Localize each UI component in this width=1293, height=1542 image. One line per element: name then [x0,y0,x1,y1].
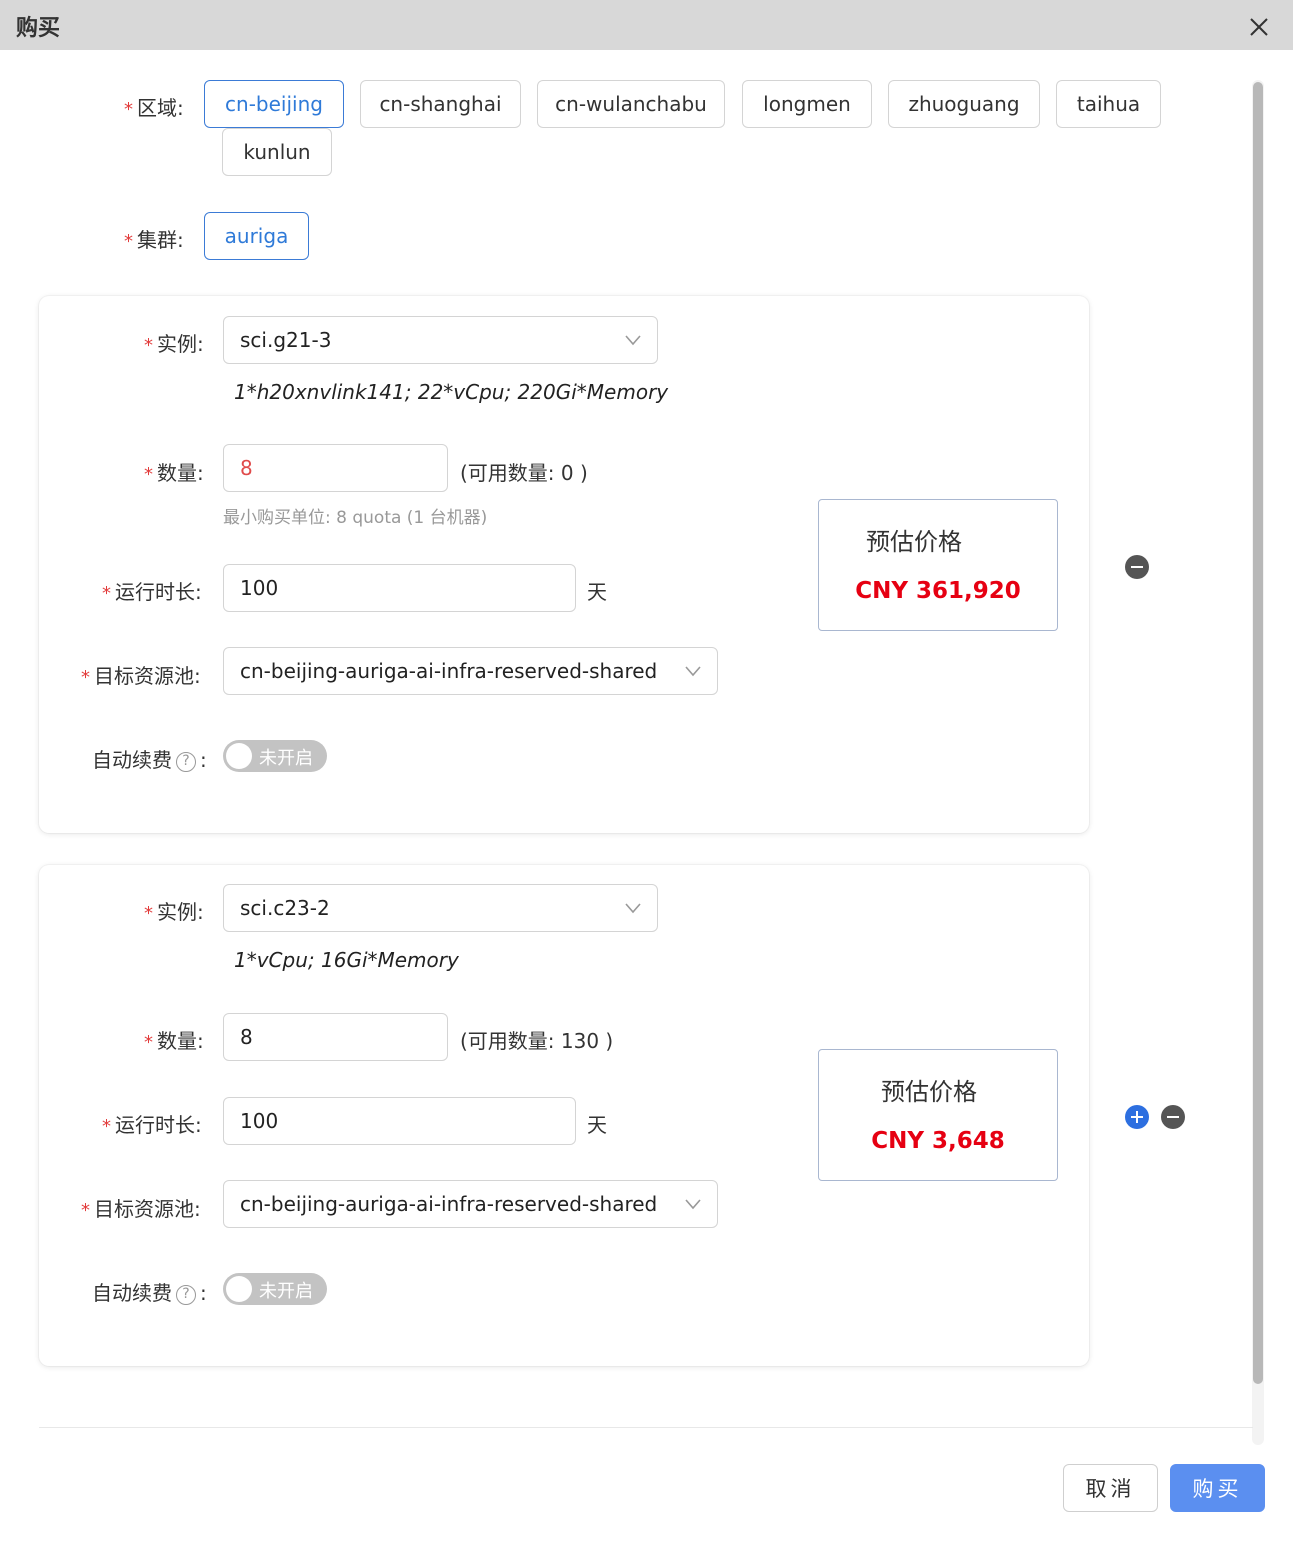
cluster-label: * 集群: [124,228,184,252]
chevron-down-icon [625,335,641,346]
toggle-label: 未开启 [259,748,313,769]
dialog-title: 购买 [16,16,61,41]
close-icon[interactable] [1244,12,1274,42]
quantity-input[interactable]: 8 [223,444,448,492]
chevron-down-icon [685,666,701,677]
autorenew-toggle[interactable]: 未开启 [223,1273,327,1305]
price-title: 预估价格 [881,1078,977,1106]
duration-input[interactable]: 100 [223,564,576,612]
region-chip-longmen[interactable]: longmen [742,80,872,128]
quantity-label: * 数量: [144,1029,204,1053]
autorenew-label: 自动续费?: [92,1281,207,1305]
price-title: 预估价格 [866,528,962,556]
pool-select[interactable]: cn-beijing-auriga-ai-infra-reserved-shar… [223,1180,718,1228]
autorenew-label: 自动续费?: [92,748,207,772]
footer-divider [39,1427,1253,1428]
remove-item-button[interactable] [1125,555,1149,579]
quantity-label: * 数量: [144,461,204,485]
pool-select-value: cn-beijing-auriga-ai-infra-reserved-shar… [240,1192,658,1216]
help-icon[interactable]: ? [176,1284,196,1305]
instance-select[interactable]: sci.c23-2 [223,884,658,932]
toggle-knob [226,743,252,769]
autorenew-toggle[interactable]: 未开启 [223,740,327,772]
available-quantity: (可用数量: 0 ) [460,461,588,485]
pool-label: * 目标资源池: [81,664,201,688]
price-value: CNY 3,648 [871,1128,1005,1154]
price-estimate-box: 预估价格 CNY 361,920 [818,499,1058,631]
instance-label: * 实例: [144,332,204,356]
instance-specs: 1*h20xnvlink141; 22*vCpu; 220Gi*Memory [234,380,669,404]
scrollbar-thumb[interactable] [1253,82,1263,1384]
pool-label: * 目标资源池: [81,1197,201,1221]
buy-button[interactable]: 购买 [1170,1464,1265,1512]
region-chip-cn-beijing[interactable]: cn-beijing [204,80,344,128]
region-chip-kunlun[interactable]: kunlun [222,128,332,176]
toggle-label: 未开启 [259,1281,313,1302]
duration-input[interactable]: 100 [223,1097,576,1145]
cluster-chip-auriga[interactable]: auriga [204,212,309,260]
cancel-button[interactable]: 取消 [1063,1464,1158,1512]
min-unit-hint: 最小购买单位: 8 quota (1 台机器) [223,508,488,528]
available-quantity: (可用数量: 130 ) [460,1029,614,1053]
instance-label: * 实例: [144,900,204,924]
add-item-button[interactable] [1125,1105,1149,1129]
instance-specs: 1*vCpu; 16Gi*Memory [234,948,459,972]
region-chip-taihua[interactable]: taihua [1056,80,1161,128]
region-label: * 区域: [124,96,184,120]
region-chip-cn-shanghai[interactable]: cn-shanghai [360,80,521,128]
chevron-down-icon [685,1199,701,1210]
dialog-titlebar: 购买 [0,0,1293,50]
pool-select-value: cn-beijing-auriga-ai-infra-reserved-shar… [240,659,658,683]
price-estimate-box: 预估价格 CNY 3,648 [818,1049,1058,1181]
days-unit: 天 [587,1113,607,1137]
help-icon[interactable]: ? [176,751,196,772]
chevron-down-icon [625,903,641,914]
instance-select-value: sci.c23-2 [240,896,330,920]
instance-select[interactable]: sci.g21-3 [223,316,658,364]
price-value: CNY 361,920 [855,578,1021,604]
region-chip-zhuoguang[interactable]: zhuoguang [888,80,1040,128]
duration-label: * 运行时长: [102,1113,202,1137]
duration-label: * 运行时长: [102,580,202,604]
toggle-knob [226,1276,252,1302]
days-unit: 天 [587,580,607,604]
pool-select[interactable]: cn-beijing-auriga-ai-infra-reserved-shar… [223,647,718,695]
remove-item-button[interactable] [1161,1105,1185,1129]
region-chip-cn-wulanchabu[interactable]: cn-wulanchabu [537,80,725,128]
quantity-input[interactable]: 8 [223,1013,448,1061]
instance-select-value: sci.g21-3 [240,328,332,352]
